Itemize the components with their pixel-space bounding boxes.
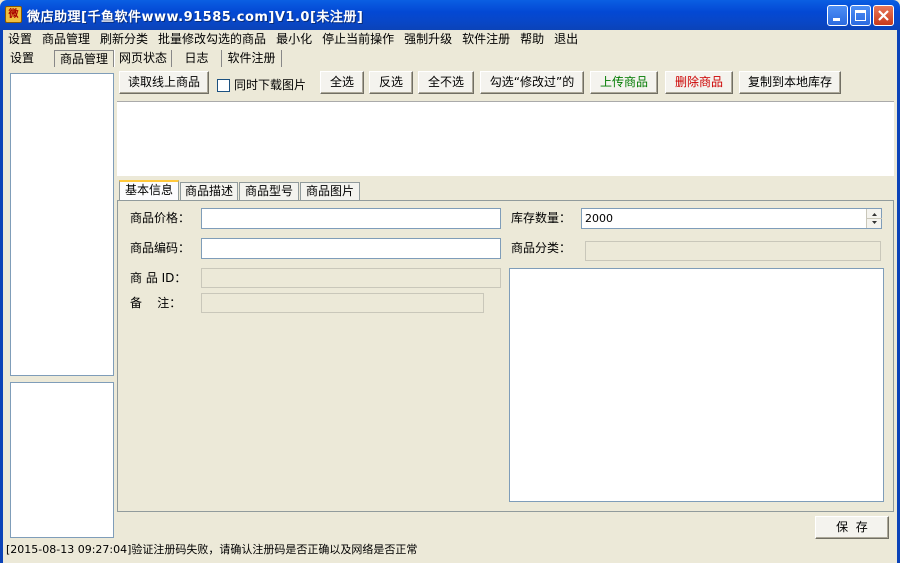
category-input <box>585 241 881 261</box>
tab-register[interactable]: 软件注册 <box>222 50 282 67</box>
category-tree[interactable] <box>10 73 114 376</box>
invert-selection-button[interactable]: 反选 <box>369 71 413 94</box>
stock-value: 2000 <box>585 212 613 225</box>
menu-refresh-category[interactable]: 刷新分类 <box>95 30 153 48</box>
stock-label: 库存数量： <box>511 211 572 225</box>
price-label: 商品价格： <box>130 211 191 225</box>
minimize-button[interactable] <box>827 5 848 26</box>
remark-input <box>201 293 484 313</box>
select-none-button[interactable]: 全不选 <box>418 71 474 94</box>
sync-images-checkbox[interactable] <box>217 79 230 92</box>
menu-bar: 设置 商品管理 刷新分类 批量修改勾选的商品 最小化 停止当前操作 强制升级 软件注册 帮助 退出 <box>3 30 897 48</box>
menu-stop-operation[interactable]: 停止当前操作 <box>317 30 399 48</box>
title-bar[interactable]: 微 微店助理[千鱼软件www.91585.com]V1.0[未注册] <box>0 0 900 30</box>
product-id-label: 商 品 ID： <box>130 271 187 285</box>
read-online-button[interactable]: 读取线上商品 <box>119 71 209 94</box>
subtab-model[interactable]: 商品型号 <box>239 182 299 200</box>
code-label: 商品编码： <box>130 241 191 255</box>
select-modified-button[interactable]: 勾选“修改过”的 <box>480 71 584 94</box>
menu-force-upgrade[interactable]: 强制升级 <box>399 30 457 48</box>
menu-minimize[interactable]: 最小化 <box>271 30 317 48</box>
subtab-images[interactable]: 商品图片 <box>300 182 360 200</box>
menu-help[interactable]: 帮助 <box>515 30 549 48</box>
window-frame-left <box>0 30 3 563</box>
code-input[interactable] <box>201 238 501 259</box>
stock-spin-buttons[interactable] <box>866 209 882 228</box>
menu-batch-edit[interactable]: 批量修改勾选的商品 <box>153 30 271 48</box>
status-text: [2015-08-13 09:27:04]验证注册码失败，请确认注册码是否正确以… <box>6 543 418 556</box>
product-list[interactable] <box>117 101 894 176</box>
category-list[interactable] <box>10 382 114 538</box>
image-preview-area[interactable] <box>509 268 884 502</box>
tab-settings[interactable]: 设置 <box>5 50 39 67</box>
maximize-button[interactable] <box>850 5 871 26</box>
stock-stepper[interactable]: 2000 <box>581 208 882 229</box>
tab-product-manage[interactable]: 商品管理 <box>54 50 114 67</box>
menu-settings[interactable]: 设置 <box>3 30 37 48</box>
menu-product-manage[interactable]: 商品管理 <box>37 30 95 48</box>
close-button[interactable] <box>873 5 894 26</box>
subtab-basic-info[interactable]: 基本信息 <box>119 180 179 201</box>
save-button[interactable]: 保 存 <box>815 516 889 539</box>
upload-button[interactable]: 上传商品 <box>590 71 658 94</box>
copy-local-button[interactable]: 复制到本地库存 <box>739 71 841 94</box>
product-id-input <box>201 268 501 288</box>
tab-web-status[interactable]: 网页状态 <box>114 50 172 67</box>
menu-register[interactable]: 软件注册 <box>457 30 515 48</box>
close-icon <box>878 10 889 21</box>
maximize-icon <box>855 10 866 21</box>
tab-log[interactable]: 日志 <box>172 50 222 67</box>
status-bar: [2015-08-13 09:27:04]验证注册码失败，请确认注册码是否正确以… <box>3 540 897 560</box>
select-all-button[interactable]: 全选 <box>320 71 364 94</box>
category-label: 商品分类： <box>511 241 572 255</box>
remark-label: 备 注： <box>130 296 182 310</box>
subtab-description[interactable]: 商品描述 <box>180 182 238 200</box>
window-title: 微店助理[千鱼软件www.91585.com]V1.0[未注册] <box>27 10 364 25</box>
sync-images-label: 同时下载图片 <box>234 78 307 92</box>
spin-arrows-icon <box>867 213 882 224</box>
price-input[interactable] <box>201 208 501 229</box>
delete-button[interactable]: 删除商品 <box>665 71 733 94</box>
app-icon: 微 <box>5 6 22 23</box>
minimize-icon <box>833 18 840 21</box>
menu-exit[interactable]: 退出 <box>549 30 583 48</box>
